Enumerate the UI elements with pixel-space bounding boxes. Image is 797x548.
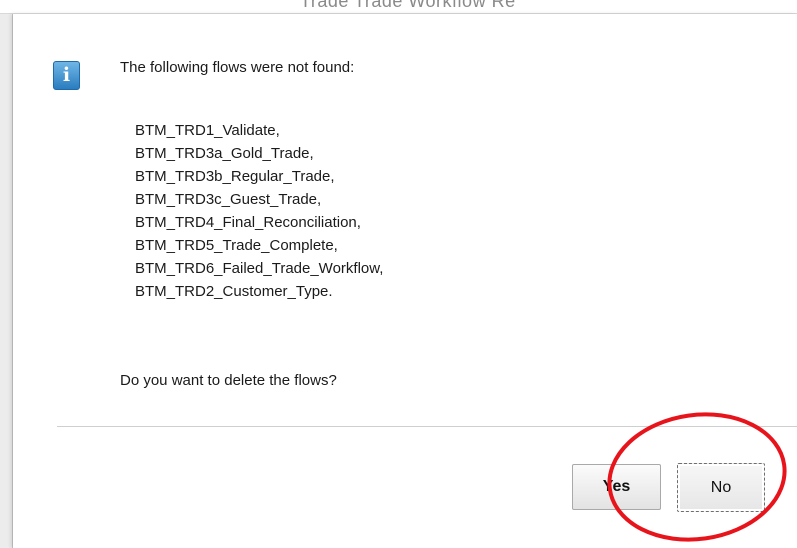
no-button[interactable]: No bbox=[677, 463, 765, 512]
list-item: BTM_TRD1_Validate, bbox=[135, 122, 280, 139]
background-partial-text: Trade Trade Workflow Re bbox=[300, 0, 516, 11]
info-icon: i bbox=[53, 61, 80, 90]
yes-button[interactable]: Yes bbox=[572, 464, 661, 510]
list-item: BTM_TRD3a_Gold_Trade, bbox=[135, 145, 314, 162]
list-item: BTM_TRD6_Failed_Trade_Workflow, bbox=[135, 260, 384, 277]
dialog-question: Do you want to delete the flows? bbox=[120, 372, 337, 389]
list-item: BTM_TRD5_Trade_Complete, bbox=[135, 237, 338, 254]
list-item: BTM_TRD3c_Guest_Trade, bbox=[135, 191, 322, 208]
list-item: BTM_TRD3b_Regular_Trade, bbox=[135, 168, 335, 185]
background-panel-edge bbox=[0, 14, 13, 548]
screen: Trade Trade Workflow Re i The following … bbox=[0, 0, 797, 548]
dialog-message: The following flows were not found: bbox=[120, 59, 355, 76]
button-divider bbox=[57, 426, 797, 427]
list-item: BTM_TRD4_Final_Reconciliation, bbox=[135, 214, 361, 231]
background-toolbar: Trade Trade Workflow Re bbox=[0, 0, 797, 14]
confirm-dialog: i The following flows were not found: BT… bbox=[13, 14, 797, 548]
list-item: BTM_TRD2_Customer_Type. bbox=[135, 283, 333, 300]
missing-flows-list: BTM_TRD1_Validate, BTM_TRD3a_Gold_Trade,… bbox=[135, 119, 383, 303]
